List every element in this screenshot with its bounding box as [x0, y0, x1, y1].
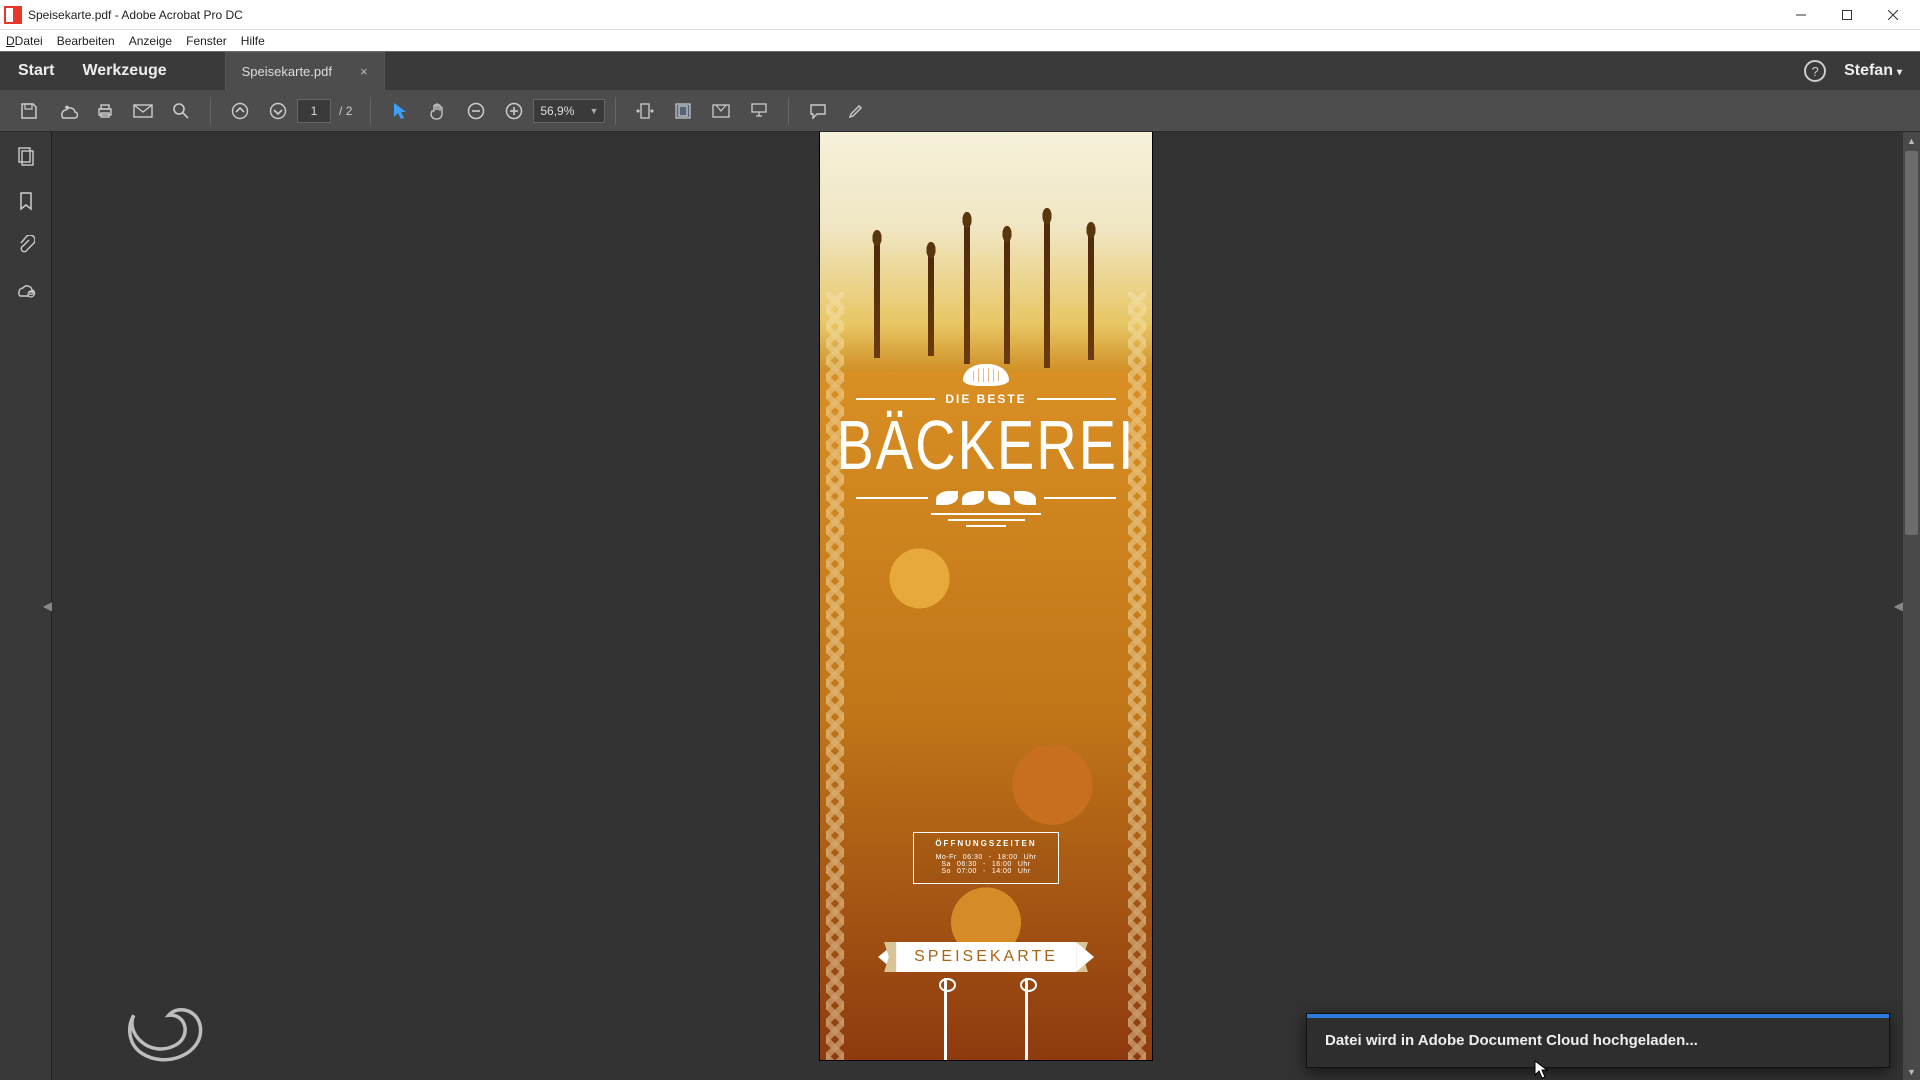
toolbar: / 2 56,9% ▼ [0, 90, 1920, 132]
hand-tool-icon[interactable] [421, 94, 455, 128]
search-icon[interactable] [164, 94, 198, 128]
page-down-icon[interactable] [261, 94, 295, 128]
close-button[interactable] [1870, 0, 1916, 30]
nav-pane: ◀ [0, 132, 52, 1080]
help-icon[interactable]: ? [1804, 60, 1826, 82]
user-name: Stefan [1844, 62, 1893, 79]
watermark-swoosh-icon [122, 996, 212, 1066]
selection-tool-icon[interactable] [383, 94, 417, 128]
attachment-icon[interactable] [13, 232, 39, 258]
bookmark-icon[interactable] [13, 188, 39, 214]
save-icon[interactable] [12, 94, 46, 128]
zoom-in-icon[interactable] [497, 94, 531, 128]
collapse-left-icon[interactable]: ◀ [43, 599, 52, 613]
bread-icon [963, 364, 1009, 386]
window-title: Speisekarte.pdf - Adobe Acrobat Pro DC [28, 8, 243, 22]
page-separator: / 2 [339, 104, 352, 118]
scroll-up-icon[interactable]: ▲ [1903, 132, 1920, 149]
mail-icon[interactable] [126, 94, 160, 128]
page-number-input[interactable] [297, 99, 331, 123]
pdf-title: BÄCKEREI [820, 404, 1152, 485]
chevron-down-icon: ▾ [1897, 67, 1902, 78]
hours-title: ÖFFNUNGSZEITEN [922, 839, 1050, 848]
app-icon [4, 6, 22, 24]
maximize-button[interactable] [1824, 0, 1870, 30]
page-display-icon[interactable] [704, 94, 738, 128]
fit-width-icon[interactable] [628, 94, 662, 128]
titlebar: Speisekarte.pdf - Adobe Acrobat Pro DC [0, 0, 1920, 30]
chevron-down-icon: ▼ [589, 106, 598, 116]
close-tab-icon[interactable]: × [360, 64, 368, 79]
vertical-scrollbar[interactable]: ▲ ▼ [1903, 132, 1920, 1080]
pdf-page-1: DIE BESTE BÄCKEREI ÖFFNUNGSZEITEN Mo-Fr0… [820, 132, 1152, 1060]
upload-message: Datei wird in Adobe Document Cloud hochg… [1307, 1018, 1889, 1067]
minimize-button[interactable] [1778, 0, 1824, 30]
zoom-out-icon[interactable] [459, 94, 493, 128]
tab-tools[interactable]: Werkzeuge [82, 62, 166, 80]
menu-edit[interactable]: Bearbeiten [57, 34, 115, 48]
document-tab-label: Speisekarte.pdf [242, 64, 332, 79]
cloud-file-icon[interactable] [13, 276, 39, 302]
zoom-value: 56,9% [540, 104, 574, 118]
document-viewport[interactable]: DIE BESTE BÄCKEREI ÖFFNUNGSZEITEN Mo-Fr0… [52, 132, 1920, 1080]
tab-bar: Start Werkzeuge Speisekarte.pdf × ? Stef… [0, 52, 1920, 90]
menu-help[interactable]: Hilfe [241, 34, 265, 48]
zoom-select[interactable]: 56,9% ▼ [533, 99, 605, 123]
hours-box: ÖFFNUNGSZEITEN Mo-Fr06:30-18:00Uhr Sa06:… [913, 832, 1059, 884]
page-up-icon[interactable] [223, 94, 257, 128]
menubar: DDateiDatei Bearbeiten Anzeige Fenster H… [0, 30, 1920, 52]
menu-file[interactable]: DDateiDatei [6, 34, 43, 48]
comment-icon[interactable] [801, 94, 835, 128]
cloud-icon[interactable] [50, 94, 84, 128]
print-icon[interactable] [88, 94, 122, 128]
collapse-right-icon[interactable]: ◀ [1894, 599, 1903, 613]
scroll-thumb[interactable] [1905, 151, 1918, 535]
ribbon: SPEISEKARTE [878, 942, 1094, 972]
highlight-icon[interactable] [839, 94, 873, 128]
ribbon-label: SPEISEKARTE [896, 942, 1076, 972]
thumbnails-icon[interactable] [13, 144, 39, 170]
user-menu[interactable]: Stefan ▾ [1844, 62, 1902, 80]
tab-start[interactable]: Start [18, 62, 54, 80]
read-mode-icon[interactable] [742, 94, 776, 128]
fit-page-icon[interactable] [666, 94, 700, 128]
menu-window[interactable]: Fenster [186, 34, 227, 48]
scroll-down-icon[interactable]: ▼ [1903, 1063, 1920, 1080]
document-tab[interactable]: Speisekarte.pdf × [225, 52, 385, 90]
menu-view[interactable]: Anzeige [129, 34, 172, 48]
upload-toast: Datei wird in Adobe Document Cloud hochg… [1306, 1013, 1890, 1068]
